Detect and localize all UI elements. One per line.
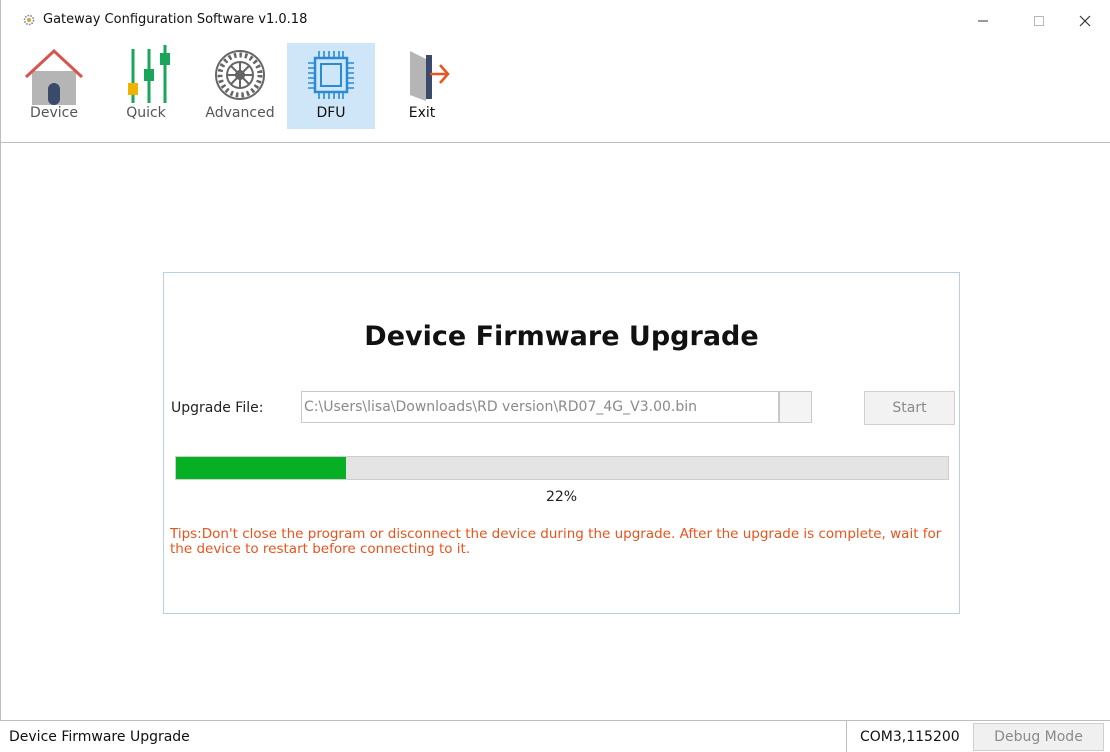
gear-wheel-icon [208,45,272,105]
minimize-button[interactable] [960,6,1006,36]
com-port-status: COM3,115200 [860,729,960,745]
upgrade-file-input[interactable] [301,391,779,423]
status-bar: Device Firmware Upgrade COM3,115200 Debu… [0,720,1110,752]
title-bar: Gateway Configuration Software v1.0.18 [0,0,1110,40]
toolbar-dfu-button[interactable]: DFU [287,43,375,129]
toolbar-device-button[interactable]: Device [10,43,98,129]
panel-title: Device Firmware Upgrade [364,321,759,352]
maximize-icon [1034,16,1044,26]
house-icon [22,45,86,105]
window-title: Gateway Configuration Software v1.0.18 [43,12,308,27]
dfu-panel: Device Firmware Upgrade Upgrade File: St… [163,272,960,614]
toolbar-advanced-button[interactable]: Advanced [196,43,284,129]
toolbar-exit-button[interactable]: Exit [378,43,466,129]
toolbar-dfu-label: DFU [316,105,346,121]
toolbar-quick-label: Quick [126,105,166,121]
sliders-icon [114,45,178,105]
status-divider [846,721,847,752]
toolbar-quick-button[interactable]: Quick [102,43,190,129]
toolbar-advanced-label: Advanced [205,105,275,121]
gear-icon [22,12,36,26]
progress-bar [175,456,949,480]
close-icon [1079,15,1091,27]
progress-fill [176,457,346,479]
status-text: Device Firmware Upgrade [9,729,190,745]
toolbar-divider [0,142,1110,143]
close-button[interactable] [1062,6,1108,36]
progress-percent: 22% [545,489,578,505]
maximize-button[interactable] [1016,6,1062,36]
debug-mode-button[interactable]: Debug Mode [973,723,1104,751]
toolbar: Device Quick Advanced DFU Exit [10,43,470,129]
minimize-icon [978,20,988,22]
toolbar-exit-label: Exit [408,105,436,121]
upgrade-tips: Tips:Don't close the program or disconne… [170,526,942,557]
browse-button[interactable] [779,391,812,423]
exit-door-icon [390,45,454,105]
chip-icon [299,45,363,105]
upgrade-file-label: Upgrade File: [171,400,264,416]
toolbar-device-label: Device [30,105,78,121]
start-button[interactable]: Start [864,391,955,425]
